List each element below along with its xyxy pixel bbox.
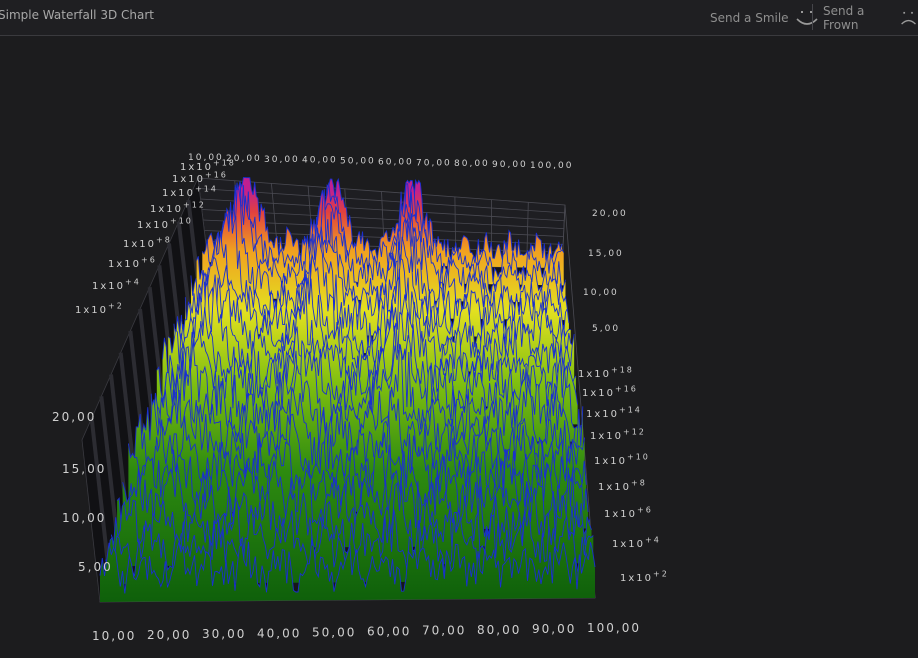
toolbar-separator: [812, 4, 813, 30]
app-title: Simple Waterfall 3D Chart: [0, 8, 154, 22]
z-tick-label-left: 1x10+8: [123, 236, 172, 251]
send-frown-label: Send a Frown: [823, 4, 865, 32]
x-tick-label-back: 70,00: [416, 158, 452, 168]
z-tick-label-right: 1x10+8: [598, 479, 647, 494]
z-tick-label-right: 1x10+14: [586, 406, 642, 421]
send-smile-label: Send a Smile: [710, 11, 789, 25]
z-tick-label-right: 1x10+16: [582, 385, 638, 400]
waterfall-3d-chart[interactable]: 10,00 20,00 30,00 40,00 50,00 60,00 70,00 80,00…: [0, 36, 918, 658]
x-tick-label-front: 20,00: [147, 628, 191, 642]
y-tick-label-right: 5,00: [592, 324, 620, 334]
x-tick-label-back: 100,00: [530, 161, 574, 171]
x-tick-label-back: 50,00: [340, 157, 376, 167]
x-tick-label-front: 10,00: [92, 629, 136, 643]
z-tick-label-left: 1x10+6: [108, 256, 157, 271]
y-tick-label-right: 10,00: [583, 288, 619, 298]
z-tick-label-right: 1x10+2: [620, 570, 669, 585]
z-tick-label-left: 1x10+2: [75, 302, 124, 317]
x-tick-label-front: 50,00: [312, 625, 356, 639]
y-tick-label-left: 10,00: [62, 511, 106, 525]
x-tick-label-back: 80,00: [454, 159, 490, 169]
y-tick-label-left: 20,00: [52, 410, 96, 424]
x-tick-label-front: 90,00: [532, 622, 576, 636]
y-tick-label-right: 15,00: [588, 249, 624, 259]
frown-face-icon: [901, 11, 916, 25]
z-tick-label-right: 1x10+10: [594, 453, 650, 468]
z-tick-label-right: 1x10+12: [590, 428, 646, 443]
smile-face-icon: [795, 11, 818, 25]
x-tick-label-front: 100,00: [587, 621, 641, 635]
x-tick-label-back: 40,00: [302, 156, 338, 166]
y-tick-label-left: 5,00: [78, 560, 113, 574]
x-tick-label-front: 80,00: [477, 623, 521, 637]
x-tick-label-back: 90,00: [492, 160, 528, 170]
y-tick-label-left: 15,00: [62, 462, 106, 476]
z-tick-label-right: 1x10+6: [604, 506, 653, 521]
z-tick-label-right: 1x10+18: [578, 366, 634, 381]
z-tick-label-left: 1x10+4: [92, 278, 141, 293]
z-tick-label-right: 1x10+4: [612, 536, 661, 551]
x-tick-label-back: 30,00: [264, 155, 300, 165]
title-bar: Simple Waterfall 3D Chart Send a Smile S…: [0, 0, 918, 36]
x-tick-label-front: 60,00: [367, 625, 411, 639]
send-frown-button[interactable]: Send a Frown: [823, 4, 918, 32]
x-tick-label-front: 70,00: [422, 624, 466, 638]
x-tick-label-front: 30,00: [202, 627, 246, 641]
x-tick-label-back: 60,00: [378, 157, 414, 167]
y-tick-label-right: 20,00: [592, 209, 628, 219]
send-smile-button[interactable]: Send a Smile: [710, 5, 819, 31]
x-tick-label-front: 40,00: [257, 626, 301, 640]
